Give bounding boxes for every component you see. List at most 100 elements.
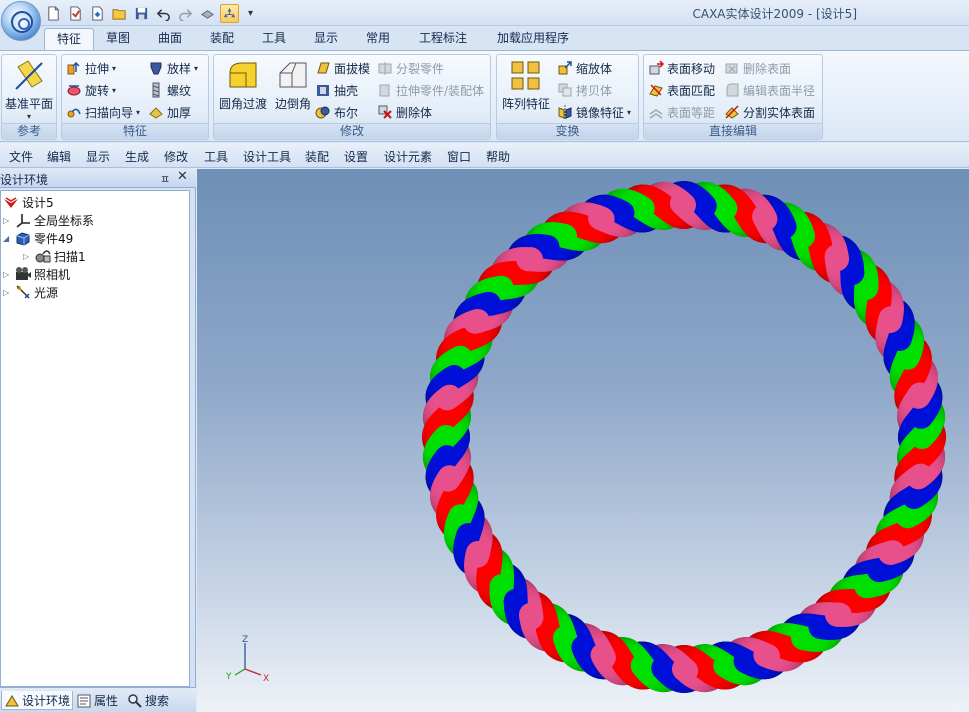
split-solid-face-button[interactable]: 分割实体表面 (724, 102, 815, 122)
strand-segment (630, 653, 657, 680)
array-feature-button[interactable]: 阵列特征 (500, 57, 552, 123)
design-environment-icon (5, 695, 19, 707)
boolean-button[interactable]: 布尔 (315, 102, 358, 122)
undo-icon[interactable] (154, 4, 173, 23)
sweep-wizard-button[interactable]: 扫描向导 ▾ (66, 102, 140, 122)
tab-sketch[interactable]: 草图 (94, 28, 142, 50)
move-face-button[interactable]: 表面移动 (648, 58, 715, 78)
array-feature-icon (511, 61, 540, 90)
sweep-icon (67, 108, 81, 118)
axis-triad-icon: Z X Y (225, 635, 269, 684)
new-file-icon[interactable] (44, 4, 63, 23)
quick-access-more-button[interactable]: ▾ (248, 8, 253, 19)
tab-design-environment[interactable]: 设计环境 (1, 691, 74, 710)
tree-node-light[interactable]: ▷ 光源 (3, 283, 58, 301)
render-icon[interactable] (198, 4, 217, 23)
open-folder-icon[interactable] (110, 4, 129, 23)
thread-icon (152, 82, 160, 98)
strand-segment (887, 324, 913, 351)
copy-body-button[interactable]: 拷贝体 (557, 80, 612, 100)
edit-radius-icon (726, 83, 739, 97)
tab-assembly[interactable]: 装配 (198, 28, 246, 50)
menu-help[interactable]: 帮助 (486, 148, 510, 165)
save-icon[interactable] (132, 4, 151, 23)
menu-display[interactable]: 显示 (86, 148, 110, 165)
menu-tools[interactable]: 工具 (204, 148, 228, 165)
split-solid-face-label: 分割实体表面 (743, 105, 816, 120)
boolean-label: 布尔 (334, 105, 359, 120)
tab-add-ins[interactable]: 加载应用程序 (485, 28, 581, 50)
menu-design-elements[interactable]: 设计元素 (384, 148, 432, 165)
menu-window[interactable]: 窗口 (447, 148, 471, 165)
extrude-button[interactable]: 拉伸 ▾ (66, 58, 116, 78)
mirror-feature-icon (558, 105, 572, 120)
sweep-wizard-label: 扫描向导 (85, 105, 134, 120)
tab-surface[interactable]: 曲面 (146, 28, 194, 50)
menu-file[interactable]: 文件 (9, 148, 33, 165)
tree-node-design[interactable]: 设计5 (3, 193, 54, 211)
split-part-button[interactable]: 分裂零件 (377, 58, 444, 78)
tree-label-global-coords: 全局坐标系 (34, 213, 95, 228)
mirror-feature-button[interactable]: 镜像特征 ▾ (557, 102, 631, 122)
delete-body-button[interactable]: 删除体 (377, 102, 432, 122)
tab-tools[interactable]: 工具 (250, 28, 298, 50)
3d-viewport[interactable]: Z X Y ... (197, 169, 969, 712)
close-icon[interactable]: ✕ (177, 169, 188, 184)
shell-button[interactable]: 抽壳 (315, 80, 358, 100)
strand-segment (455, 523, 481, 550)
menu-modify[interactable]: 修改 (164, 148, 188, 165)
tab-dimensioning[interactable]: 工程标注 (407, 28, 479, 50)
loft-button[interactable]: 放样 ▾ (148, 58, 198, 78)
menu-edit[interactable]: 编辑 (47, 148, 71, 165)
redo-icon[interactable] (176, 4, 195, 23)
thread-button[interactable]: 螺纹 (148, 80, 191, 100)
revolve-button[interactable]: 旋转 ▾ (66, 80, 116, 100)
extrude-part-assembly-button[interactable]: 拉伸零件/装配体 (377, 80, 484, 100)
datum-plane-button[interactable]: 基准平面 ▾ (2, 57, 56, 123)
strand-segment (791, 625, 818, 651)
strand-segment (649, 192, 676, 218)
app-menu-button[interactable] (1, 1, 41, 41)
extrude-part-assembly-label: 拉伸零件/装配体 (396, 83, 485, 98)
axis-z-label: Z (242, 635, 248, 645)
new-part-icon[interactable] (88, 4, 107, 23)
expand-arrow-icon[interactable]: ▷ (23, 252, 32, 261)
strand-segment (887, 522, 915, 547)
expand-arrow-icon[interactable]: ▷ (3, 216, 12, 225)
offset-face-button[interactable]: 表面等距 (648, 102, 715, 122)
tree-node-part[interactable]: ◢ 零件49 (3, 229, 73, 247)
new-design-icon[interactable] (66, 4, 85, 23)
tab-feature[interactable]: 特征 (44, 28, 95, 50)
coordinate-system-icon (16, 214, 30, 228)
twisted-ring-model[interactable] (197, 169, 969, 712)
menu-assembly[interactable]: 装配 (305, 148, 329, 165)
delete-face-button[interactable]: 删除表面 (724, 58, 791, 78)
expand-arrow-icon[interactable]: ▷ (3, 288, 12, 297)
draft-face-icon (317, 62, 330, 74)
expand-arrow-icon[interactable]: ▷ (3, 270, 12, 279)
match-face-button[interactable]: 表面匹配 (648, 80, 715, 100)
collapse-arrow-icon[interactable]: ◢ (3, 234, 12, 243)
edit-face-radius-button[interactable]: 编辑表面半径 (724, 80, 815, 100)
tab-search[interactable]: 搜索 (125, 691, 171, 710)
strand-segment (771, 212, 797, 239)
menu-generate[interactable]: 生成 (125, 148, 149, 165)
thicken-button[interactable]: 加厚 (148, 102, 191, 122)
tree-node-camera[interactable]: ▷ 照相机 (3, 265, 70, 283)
properties-icon (77, 694, 91, 707)
fillet-button[interactable]: 圆角过渡 (217, 57, 269, 123)
tab-common[interactable]: 常用 (354, 28, 402, 50)
tree-node-sweep[interactable]: ▷ 扫描1 (23, 247, 86, 265)
strand-segment (447, 504, 473, 531)
design-tree-icon[interactable] (220, 3, 239, 23)
tree-node-global-coords[interactable]: ▷ 全局坐标系 (3, 211, 94, 229)
menu-design-tools[interactable]: 设计工具 (243, 148, 291, 165)
tab-display[interactable]: 显示 (302, 28, 350, 50)
menu-settings[interactable]: 设置 (344, 148, 368, 165)
tab-properties[interactable]: 属性 (74, 691, 120, 710)
chamfer-button[interactable]: 边倒角 (272, 57, 314, 123)
pin-icon[interactable]: ㅍ (160, 171, 170, 187)
draft-face-button[interactable]: 面拔模 (315, 58, 370, 78)
window-title: CAXA实体设计2009 - [设计5] (692, 7, 857, 21)
scale-body-button[interactable]: 缩放体 (557, 58, 612, 78)
